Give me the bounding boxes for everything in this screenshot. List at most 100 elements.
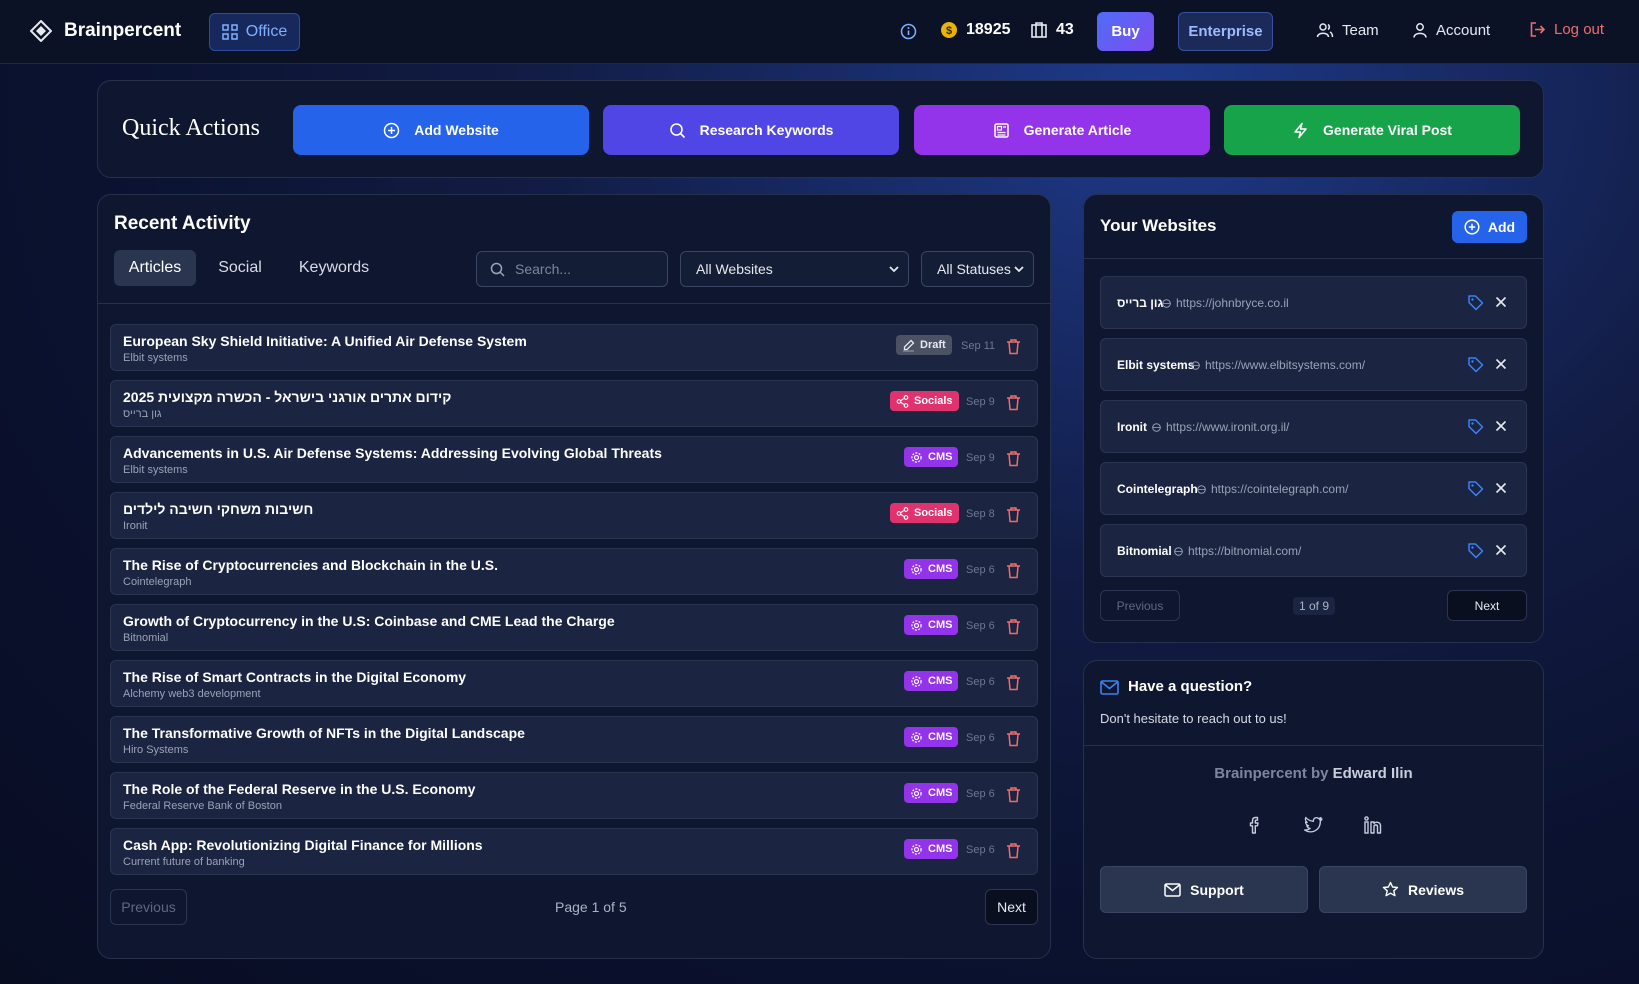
trash-icon[interactable] — [1006, 786, 1021, 803]
activity-title: The Role of the Federal Reserve in the U… — [123, 781, 476, 797]
tab-social[interactable]: Social — [206, 250, 274, 286]
linkedin-icon[interactable] — [1363, 815, 1383, 835]
activity-row[interactable]: חשיבות משחקי חשיבה לילדים Ironit Socials… — [110, 492, 1038, 539]
website-url[interactable]: https://bitnomial.com/ — [1174, 544, 1301, 558]
website-name: Cointelegraph — [1117, 482, 1198, 496]
websites-previous-button[interactable]: Previous — [1100, 590, 1180, 621]
activity-site: Cointelegraph — [123, 576, 192, 588]
trash-icon[interactable] — [1006, 674, 1021, 691]
close-icon[interactable] — [1494, 419, 1508, 433]
trash-icon[interactable] — [1006, 562, 1021, 579]
website-row[interactable]: Cointelegraph https://cointelegraph.com/ — [1100, 462, 1527, 515]
website-url[interactable]: https://johnbryce.co.il — [1162, 296, 1289, 310]
tag-icon[interactable] — [1467, 294, 1484, 311]
generate-article-button[interactable]: Generate Article — [914, 105, 1210, 155]
tag-icon[interactable] — [1467, 480, 1484, 497]
website-row[interactable]: Elbit systems https://www.elbitsystems.c… — [1100, 338, 1527, 391]
trash-icon[interactable] — [1006, 618, 1021, 635]
website-row[interactable]: Bitnomial https://bitnomial.com/ — [1100, 524, 1527, 577]
info-icon[interactable] — [900, 23, 917, 40]
website-name: Bitnomial — [1117, 544, 1172, 558]
activity-row[interactable]: European Sky Shield Initiative: A Unifie… — [110, 324, 1038, 371]
share-icon — [896, 506, 909, 520]
website-row[interactable]: גון ברייס https://johnbryce.co.il — [1100, 276, 1527, 329]
team-label: Team — [1342, 21, 1379, 39]
activity-site: גון ברייס — [123, 408, 162, 420]
trash-icon[interactable] — [1006, 450, 1021, 467]
brand[interactable]: Brainpercent — [30, 20, 181, 42]
trash-icon[interactable] — [1006, 730, 1021, 747]
chevron-down-icon — [1013, 263, 1025, 275]
activity-row[interactable]: Growth of Cryptocurrency in the U.S: Coi… — [110, 604, 1038, 651]
activity-row[interactable]: The Rise of Cryptocurrencies and Blockch… — [110, 548, 1038, 595]
support-button[interactable]: Support — [1100, 866, 1308, 913]
activity-previous-button[interactable]: Previous — [110, 889, 187, 925]
gear-icon — [910, 675, 923, 688]
question-subtitle: Don't hesitate to reach out to us! — [1100, 711, 1287, 726]
activity-date: Sep 9 — [966, 452, 995, 464]
activity-date: Sep 9 — [966, 396, 995, 408]
quick-actions-title: Quick Actions — [122, 115, 260, 141]
recent-activity-divider — [98, 303, 1050, 304]
activity-row[interactable]: Cash App: Revolutionizing Digital Financ… — [110, 828, 1038, 875]
office-button[interactable]: Office — [209, 13, 300, 51]
websites-next-button[interactable]: Next — [1447, 590, 1527, 621]
trash-icon[interactable] — [1006, 842, 1021, 859]
reviews-label: Reviews — [1407, 881, 1465, 898]
twitter-icon[interactable] — [1303, 815, 1324, 835]
activity-row[interactable]: The Transformative Growth of NFTs in the… — [110, 716, 1038, 763]
search-input[interactable]: Search... — [476, 251, 668, 287]
trash-icon[interactable] — [1006, 506, 1021, 523]
status-label: CMS — [928, 843, 953, 855]
activity-date: Sep 6 — [966, 620, 995, 632]
logout-link[interactable]: Log out — [1529, 21, 1604, 38]
tab-keywords[interactable]: Keywords — [288, 250, 380, 286]
activity-title: European Sky Shield Initiative: A Unifie… — [123, 333, 527, 349]
close-icon[interactable] — [1494, 357, 1508, 371]
buy-button[interactable]: Buy — [1097, 12, 1154, 51]
activity-row[interactable]: קידום אתרים אורגני בישראל - הכשרה מקצועי… — [110, 380, 1038, 427]
activity-next-button[interactable]: Next — [985, 889, 1038, 925]
trash-icon[interactable] — [1006, 338, 1021, 355]
tag-icon[interactable] — [1467, 356, 1484, 373]
generate-viral-post-button[interactable]: Generate Viral Post — [1224, 105, 1520, 155]
activity-page-indicator: Page 1 of 5 — [555, 899, 627, 915]
activity-row[interactable]: The Rise of Smart Contracts in the Digit… — [110, 660, 1038, 707]
tag-icon[interactable] — [1467, 418, 1484, 435]
reviews-button[interactable]: Reviews — [1319, 866, 1527, 913]
recent-activity-title: Recent Activity — [114, 213, 251, 234]
research-keywords-button[interactable]: Research Keywords — [603, 105, 899, 155]
question-title: Have a question? — [1128, 678, 1253, 695]
website-url[interactable]: https://cointelegraph.com/ — [1197, 482, 1348, 496]
website-url[interactable]: https://www.elbitsystems.com/ — [1191, 358, 1365, 372]
enterprise-button[interactable]: Enterprise — [1178, 12, 1273, 51]
activity-row[interactable]: Advancements in U.S. Air Defense Systems… — [110, 436, 1038, 483]
newspaper-icon — [993, 122, 1010, 139]
status-filter-select[interactable]: All Statuses — [921, 251, 1034, 287]
activity-title: Advancements in U.S. Air Defense Systems… — [123, 445, 662, 461]
generate-article-label: Generate Article — [1023, 122, 1132, 138]
footer-credit: Brainpercent by Edward Ilin — [1084, 765, 1543, 782]
globe-icon — [1191, 360, 1200, 370]
globe-icon — [1197, 484, 1206, 494]
facebook-icon[interactable] — [1245, 815, 1265, 835]
account-link[interactable]: Account — [1412, 21, 1490, 39]
close-icon[interactable] — [1494, 543, 1508, 557]
add-website-button[interactable]: Add — [1452, 211, 1527, 243]
tag-icon[interactable] — [1467, 542, 1484, 559]
close-icon[interactable] — [1494, 295, 1508, 309]
activity-row[interactable]: The Role of the Federal Reserve in the U… — [110, 772, 1038, 819]
close-icon[interactable] — [1494, 481, 1508, 495]
activity-site: Alchemy web3 development — [123, 688, 261, 700]
chevron-down-icon — [888, 263, 900, 275]
add-website-button[interactable]: Add Website — [293, 105, 589, 155]
gear-icon — [910, 619, 923, 632]
team-link[interactable]: Team — [1316, 21, 1379, 39]
website-url[interactable]: https://www.ironit.org.il/ — [1152, 420, 1289, 434]
website-row[interactable]: Ironit https://www.ironit.org.il/ — [1100, 400, 1527, 453]
globe-icon — [1162, 298, 1171, 308]
tab-articles[interactable]: Articles — [114, 250, 196, 286]
your-websites-title: Your Websites — [1100, 216, 1217, 235]
website-filter-select[interactable]: All Websites — [680, 251, 909, 287]
trash-icon[interactable] — [1006, 394, 1021, 411]
